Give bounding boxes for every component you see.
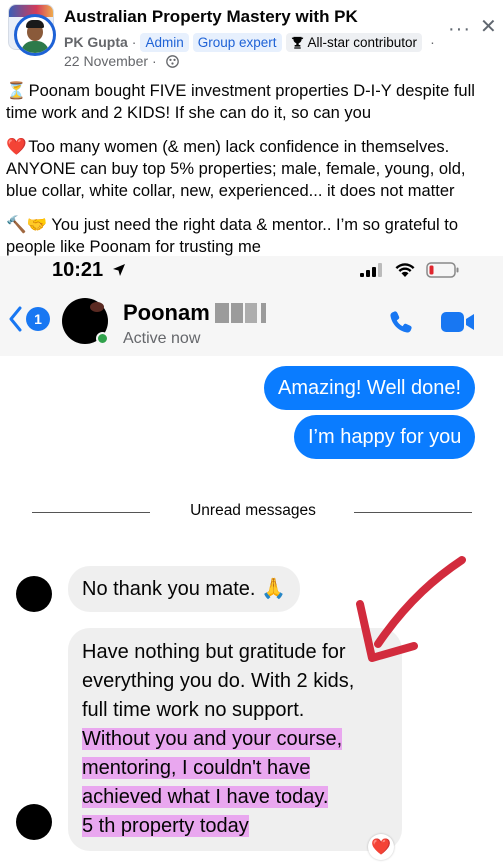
group-expert-badge[interactable]: Group expert <box>192 32 282 52</box>
heart-icon: ❤️ <box>6 138 27 156</box>
post-header: Australian Property Mastery with PK PK G… <box>0 0 503 72</box>
incoming-message-bubble[interactable]: No thank you mate. 🙏 <box>68 566 300 612</box>
annotation-arrow <box>356 556 466 662</box>
close-icon[interactable]: ✕ <box>480 14 497 39</box>
highlighted-message-line: achieved what I have today. <box>82 786 329 808</box>
hourglass-icon: ⏳ <box>6 82 27 100</box>
avatar-detail <box>90 302 104 312</box>
contact-active-status: Active now <box>123 330 201 347</box>
avatar-hair <box>26 20 44 28</box>
cell-signal-icon <box>360 263 382 277</box>
post-paragraph-text: Poonam bought FIVE investment properties… <box>6 82 475 122</box>
unread-messages-divider: Unread messages <box>32 502 472 522</box>
highlighted-message-line: 5 th property today <box>82 815 249 837</box>
redacted-surname <box>215 303 267 323</box>
location-arrow-icon <box>113 264 125 276</box>
outgoing-message-bubble[interactable]: I’m happy for you <box>294 415 476 459</box>
author-meta-row: PK Gupta · Admin Group expert All-star c… <box>64 31 439 53</box>
author-name-link[interactable]: PK Gupta <box>64 34 128 50</box>
date-separator: · <box>152 53 157 69</box>
hammer-handshake-icon: 🔨🤝 <box>6 216 48 234</box>
avatar-body <box>21 41 49 53</box>
status-time: 10:21 <box>52 259 104 281</box>
post-date-link[interactable]: 22 November <box>64 53 148 69</box>
phone-call-icon[interactable] <box>388 309 414 335</box>
message-line: everything you do. With 2 kids, <box>82 670 355 692</box>
audience-icon[interactable] <box>165 54 179 68</box>
more-options-icon[interactable]: ··· <box>448 18 471 41</box>
admin-badge[interactable]: Admin <box>140 32 189 52</box>
message-line: full time work no support. <box>82 699 305 721</box>
heart-reaction-glyph: ❤️ <box>371 839 391 856</box>
sender-avatar[interactable] <box>16 804 52 840</box>
post-paragraph-text: Too many women (& men) lack confidence i… <box>6 138 466 200</box>
trophy-icon <box>291 36 303 49</box>
group-name-link[interactable]: Australian Property Mastery with PK <box>64 7 358 27</box>
post-body: ⏳ Poonam bought FIVE investment properti… <box>6 80 500 270</box>
back-chevron-icon[interactable] <box>8 306 22 332</box>
heart-reaction-icon[interactable]: ❤️ <box>368 834 394 860</box>
sender-avatar[interactable] <box>16 576 52 612</box>
highlighted-message-line: mentoring, I couldn't have <box>82 757 311 779</box>
chat-header: 1 Poonam Active now <box>0 286 503 356</box>
post-image-messenger-screenshot[interactable]: 10:21 1 Poonam Active now Amazing! Well … <box>0 256 503 866</box>
battery-low-icon <box>426 262 459 278</box>
post-paragraph: ❤️ Too many women (& men) lack confidenc… <box>6 136 500 202</box>
all-star-contributor-label: All-star contributor <box>307 34 418 50</box>
post-date-row: 22 November · <box>64 53 179 69</box>
contact-name[interactable]: Poonam <box>123 300 210 326</box>
outgoing-message-bubble[interactable]: Amazing! Well done! <box>264 366 476 410</box>
post-paragraph-text: You just need the right data & mentor.. … <box>6 216 459 256</box>
unread-count-badge[interactable]: 1 <box>26 307 50 331</box>
video-call-icon[interactable] <box>440 310 476 334</box>
meta-separator: · <box>131 34 137 50</box>
all-star-contributor-badge[interactable]: All-star contributor <box>285 32 423 52</box>
post-paragraph: ⏳ Poonam bought FIVE investment properti… <box>6 80 500 124</box>
post-paragraph: 🔨🤝 You just need the right data & mentor… <box>6 214 500 258</box>
author-avatar[interactable] <box>14 14 56 56</box>
wifi-icon <box>395 263 415 277</box>
meta-separator-end: · <box>430 34 435 50</box>
message-line: Have nothing but gratitude for <box>82 641 346 663</box>
unread-messages-label: Unread messages <box>190 502 316 519</box>
online-status-dot <box>96 332 109 345</box>
highlighted-message-line: Without you and your course, <box>82 728 343 750</box>
phone-status-bar: 10:21 <box>0 256 503 286</box>
